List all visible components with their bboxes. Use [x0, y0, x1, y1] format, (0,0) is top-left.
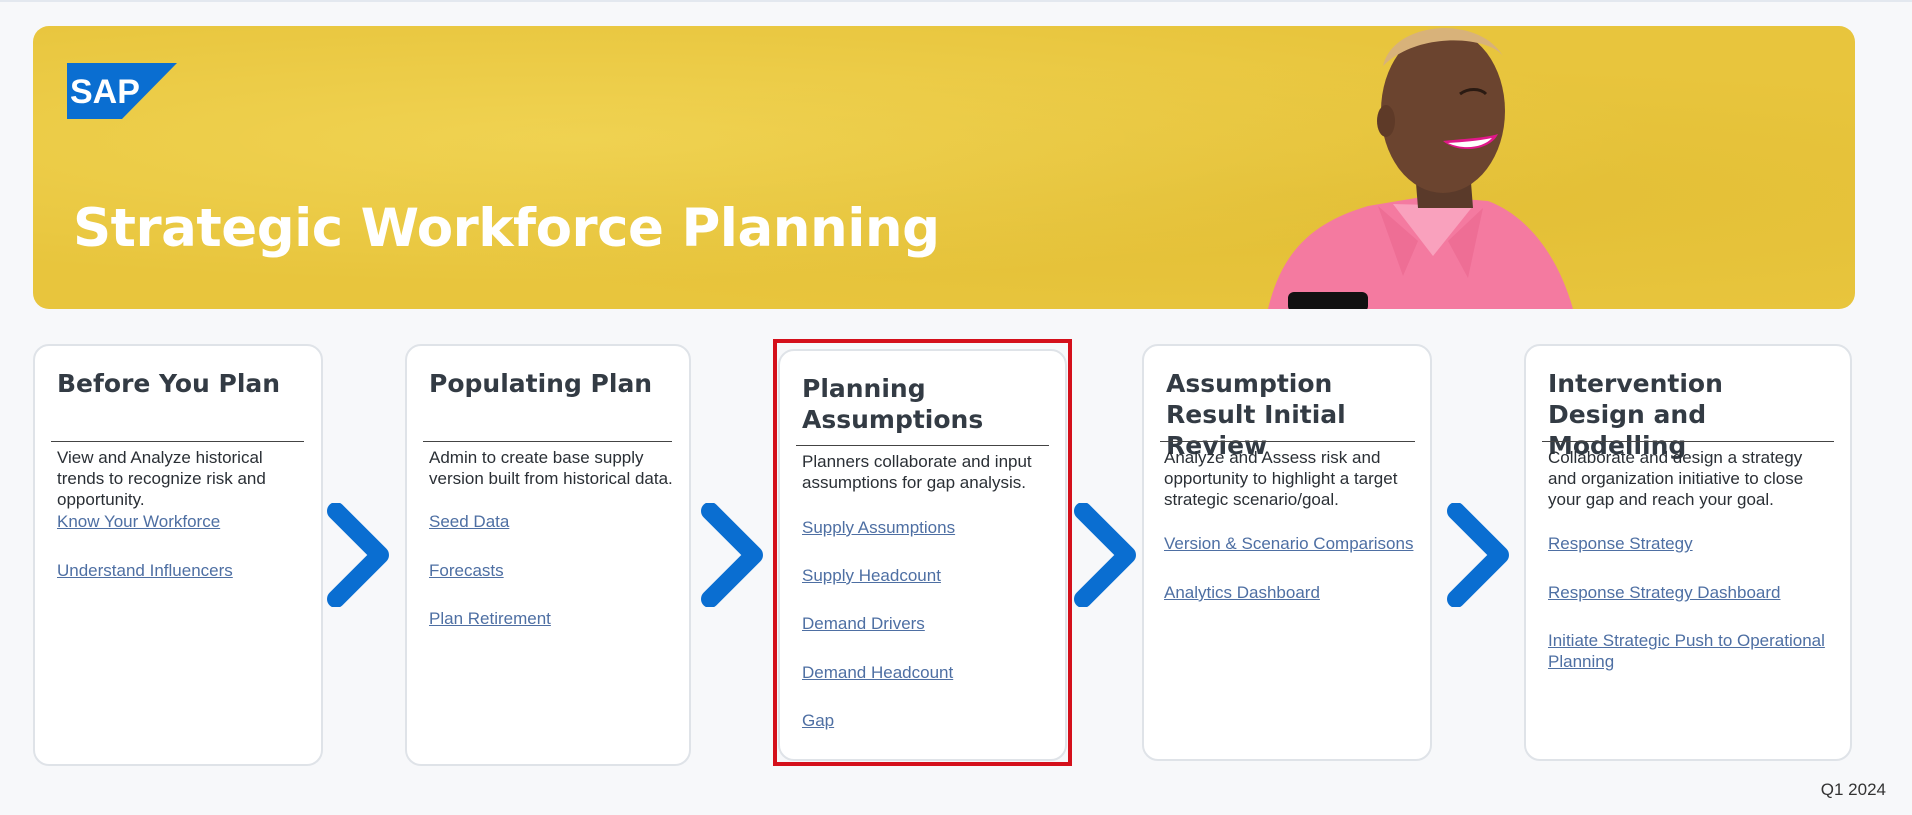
card-divider — [51, 441, 304, 442]
hero-photo — [1268, 28, 1573, 309]
link-version-scenario-comparisons[interactable]: Version & Scenario Comparisons — [1164, 533, 1413, 554]
card-description: Collaborate and design a strategy and or… — [1548, 448, 1804, 509]
sap-logo: SAP — [67, 63, 177, 119]
link-response-strategy[interactable]: Response Strategy — [1548, 533, 1693, 554]
card-title: Before You Plan — [57, 369, 281, 398]
logo-text: SAP — [70, 73, 140, 111]
card-populating-plan: Populating Plan Admin to create base sup… — [405, 344, 691, 766]
chevron-right-icon — [1447, 503, 1509, 607]
card-assumption-result-initial-review: Assumption Result Initial Review Analyze… — [1142, 344, 1432, 761]
chevron-right-icon — [701, 503, 763, 607]
card-divider — [1542, 441, 1834, 442]
card-divider — [1160, 441, 1415, 442]
hero-banner: SAP Strategic Workforce Planning — [33, 26, 1855, 309]
top-border — [0, 0, 1912, 2]
link-analytics-dashboard[interactable]: Analytics Dashboard — [1164, 582, 1320, 603]
card-divider — [423, 441, 672, 442]
card-description: View and Analyze historical trends to re… — [57, 448, 266, 509]
page-title: Strategic Workforce Planning — [73, 198, 940, 259]
card-description: Analyze and Assess risk and opportunity … — [1164, 448, 1398, 509]
link-seed-data[interactable]: Seed Data — [429, 511, 509, 532]
chevron-right-icon — [1074, 503, 1136, 607]
link-know-your-workforce[interactable]: Know Your Workforce — [57, 511, 220, 532]
footer-date: Q1 2024 — [1820, 780, 1886, 799]
link-understand-influencers[interactable]: Understand Influencers — [57, 560, 233, 581]
link-forecasts[interactable]: Forecasts — [429, 560, 504, 581]
link-plan-retirement[interactable]: Plan Retirement — [429, 608, 551, 629]
card-before-you-plan: Before You Plan View and Analyze histori… — [33, 344, 323, 766]
card-intervention-design-and-modelling: Intervention Design and Modelling Collab… — [1524, 344, 1852, 761]
chevron-right-icon — [327, 503, 389, 607]
link-initiate-strategic-push[interactable]: Initiate Strategic Push to Operational P… — [1548, 630, 1838, 672]
card-description: Admin to create base supply version buil… — [429, 448, 673, 488]
card-title: Populating Plan — [429, 369, 653, 398]
link-response-strategy-dashboard[interactable]: Response Strategy Dashboard — [1548, 582, 1780, 603]
selection-highlight — [773, 339, 1072, 766]
